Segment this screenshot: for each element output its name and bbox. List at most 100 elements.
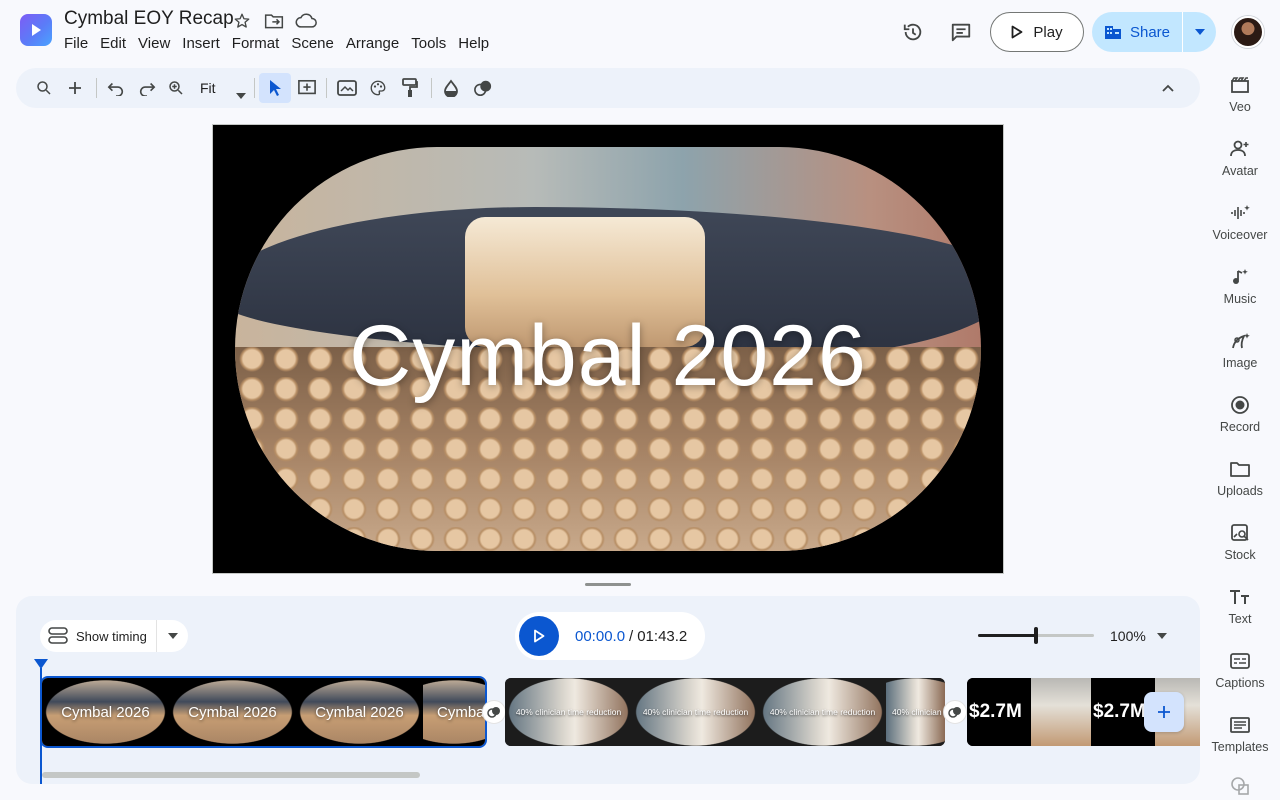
zoom-select-value[interactable]: Fit: [200, 80, 216, 96]
caret-down-icon: [167, 633, 178, 639]
clip-thumbnail: Cymbal 2026: [423, 678, 485, 746]
play-icon: [1012, 25, 1023, 39]
rail-label: Record: [1219, 420, 1261, 434]
star-icon[interactable]: [231, 10, 253, 32]
rail-stock[interactable]: Stock: [1206, 520, 1274, 580]
menu-insert[interactable]: Insert: [176, 35, 226, 53]
menu-arrange[interactable]: Arrange: [340, 35, 405, 53]
transition-icon: [487, 707, 500, 718]
account-avatar[interactable]: [1232, 16, 1264, 48]
rail-music[interactable]: Music: [1206, 264, 1274, 324]
rail-text[interactable]: Text: [1206, 584, 1274, 644]
scene-title-text[interactable]: Cymbal 2026: [213, 307, 1003, 406]
zoom-icon[interactable]: [162, 74, 190, 102]
rail-label: Avatar: [1222, 164, 1258, 178]
rail-label: Templates: [1211, 740, 1269, 754]
menu-help[interactable]: Help: [452, 35, 495, 53]
play-logo-icon: [32, 24, 41, 36]
timeline-clip-1[interactable]: Cymbal 2026 Cymbal 2026 Cymbal 2026 Cymb…: [40, 676, 487, 748]
timeline-scrollbar[interactable]: [42, 772, 420, 778]
rail-label: Stock: [1224, 548, 1256, 562]
playhead-line[interactable]: [40, 668, 42, 784]
fill-color-icon[interactable]: [437, 74, 465, 102]
clip-thumbnail: Cymbal 2026: [169, 678, 296, 746]
show-timing-options[interactable]: [157, 633, 188, 639]
scene-canvas[interactable]: Cymbal 2026: [212, 124, 1004, 574]
select-tool-icon[interactable]: [259, 73, 291, 103]
play-label: Play: [1033, 23, 1063, 41]
share-label: Share: [1129, 23, 1171, 41]
record-icon: [1230, 392, 1250, 418]
rail-record[interactable]: Record: [1206, 392, 1274, 452]
rail-label: Music: [1223, 292, 1257, 306]
menu-scene[interactable]: Scene: [285, 35, 340, 53]
rail-label: Uploads: [1217, 484, 1263, 498]
clip-thumbnail: 40% clinician time reduction: [632, 678, 759, 746]
transport-controls: 00:00.0 / 01:43.2: [515, 612, 705, 660]
move-to-folder-icon[interactable]: [263, 10, 285, 32]
share-button[interactable]: Share: [1092, 12, 1182, 52]
rail-veo[interactable]: Veo: [1206, 72, 1274, 132]
clip-thumbnail-text: Cymbal 2026: [188, 703, 277, 721]
menu-format[interactable]: Format: [226, 35, 286, 53]
clip-thumbnail-text: Cymbal 2026: [61, 703, 150, 721]
rail-templates[interactable]: Templates: [1206, 712, 1274, 772]
comments-icon[interactable]: [947, 18, 975, 46]
music-icon: [1231, 264, 1249, 290]
clip-thumbnail: Cymbal 2026: [42, 678, 169, 746]
timeline-zoom-fill: [978, 634, 1036, 637]
menu-tools[interactable]: Tools: [405, 35, 452, 53]
rail-uploads[interactable]: Uploads: [1206, 456, 1274, 516]
share-options-button[interactable]: [1183, 12, 1216, 52]
clip-thumbnail-text: Cymbal 2026: [315, 703, 404, 721]
version-history-icon[interactable]: [899, 18, 927, 46]
undo-icon[interactable]: [102, 74, 130, 102]
toolbar-divider: [431, 78, 432, 98]
collapse-toolbar-icon[interactable]: [1154, 74, 1182, 102]
time-separator: /: [629, 627, 634, 645]
cloud-status-icon[interactable]: [295, 10, 317, 32]
add-icon[interactable]: [61, 74, 89, 102]
clip-thumbnail: $2.7M: [967, 678, 1031, 746]
timing-icon: [48, 627, 68, 644]
voiceover-icon: [1230, 200, 1250, 226]
panel-resize-handle[interactable]: [585, 583, 631, 586]
clip-thumbnail: 40% clinician time reduction: [886, 678, 945, 746]
rail-voiceover[interactable]: Voiceover: [1206, 200, 1274, 260]
transition-button[interactable]: [482, 700, 506, 724]
menu-view[interactable]: View: [132, 35, 176, 53]
effects-icon[interactable]: [469, 74, 497, 102]
add-scene-button[interactable]: [1144, 692, 1184, 732]
zoom-select-caret-icon[interactable]: [236, 86, 246, 104]
timeline-zoom-value[interactable]: 100%: [1110, 628, 1146, 644]
toolbar-divider: [254, 78, 255, 98]
app-logo[interactable]: [20, 14, 52, 46]
timeline-zoom-caret-icon[interactable]: [1156, 628, 1168, 644]
play-button[interactable]: Play: [990, 12, 1084, 52]
clip-thumbnail-text: 40% clinician time reduction: [892, 707, 945, 717]
clip-thumbnail-text: 40% clinician time reduction: [642, 707, 749, 717]
background-icon[interactable]: [333, 74, 361, 102]
search-icon[interactable]: [30, 74, 58, 102]
show-timing-button[interactable]: Show timing: [40, 627, 156, 645]
share-button-group: Share: [1092, 12, 1216, 52]
shapes-icon[interactable]: [1230, 776, 1250, 796]
timeline-play-button[interactable]: [519, 616, 559, 656]
document-title[interactable]: Cymbal EOY Recap: [64, 8, 234, 30]
menu-file[interactable]: File: [58, 35, 94, 53]
rail-label: Veo: [1229, 100, 1251, 114]
menu-edit[interactable]: Edit: [94, 35, 132, 53]
redo-icon[interactable]: [133, 74, 161, 102]
rail-avatar[interactable]: Avatar: [1206, 136, 1274, 196]
rail-label: Text: [1228, 612, 1252, 626]
timeline-zoom-thumb[interactable]: [1034, 627, 1038, 644]
text-icon: [1229, 584, 1251, 610]
theme-palette-icon[interactable]: [364, 74, 392, 102]
transition-button[interactable]: [943, 700, 967, 724]
format-paint-icon[interactable]: [396, 74, 424, 102]
show-timing-button-group: Show timing: [40, 620, 188, 652]
text-box-icon[interactable]: [293, 74, 321, 102]
timeline-clip-2[interactable]: 40% clinician time reduction 40% clinici…: [505, 678, 945, 746]
rail-captions[interactable]: Captions: [1206, 648, 1274, 708]
rail-image[interactable]: Image: [1206, 328, 1274, 388]
